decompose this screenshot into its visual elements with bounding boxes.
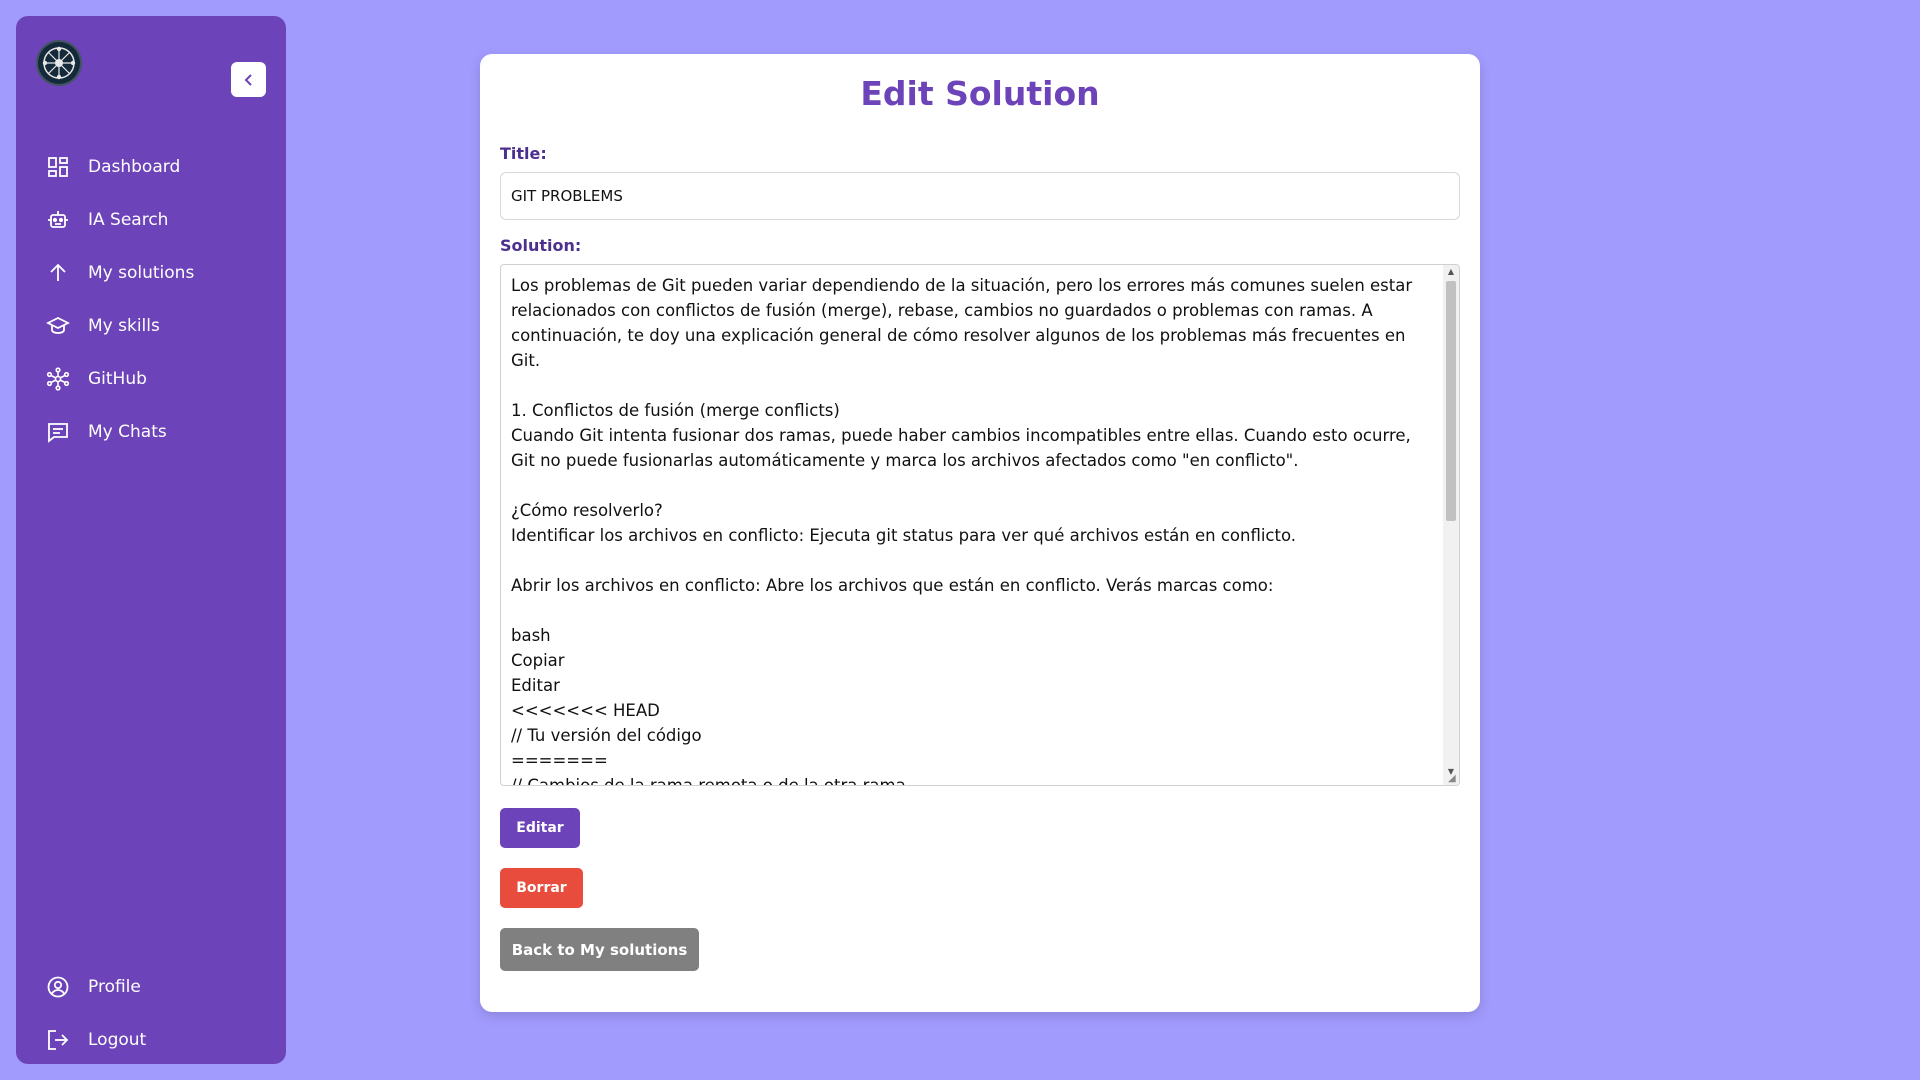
sidebar-item-label: IA Search (88, 209, 169, 230)
solution-text[interactable]: Los problemas de Git pueden variar depen… (501, 265, 1441, 785)
sidebar-item-ia-search[interactable]: IA Search (16, 193, 286, 246)
sidebar-bottom-nav: Profile Logout (16, 960, 286, 1066)
sidebar-item-github[interactable]: GitHub (16, 352, 286, 405)
sidebar-item-profile[interactable]: Profile (16, 960, 286, 1013)
scroll-thumb[interactable] (1446, 281, 1456, 521)
scroll-up-arrow-icon[interactable]: ▲ (1443, 265, 1459, 279)
logo-icon[interactable] (36, 40, 82, 86)
collapse-sidebar-button[interactable] (231, 62, 266, 97)
sidebar-item-label: Dashboard (88, 156, 181, 177)
title-label: Title: (500, 144, 547, 163)
sidebar-item-label: Profile (88, 976, 141, 997)
sidebar-item-label: Logout (88, 1029, 147, 1050)
graduation-cap-icon (46, 316, 70, 334)
user-circle-icon (47, 976, 69, 997)
sidebar-nav: Dashboard IA Search My solutions My skil… (16, 140, 286, 458)
logout-icon (48, 1029, 69, 1050)
page-title: Edit Solution (860, 74, 1100, 113)
sidebar-item-label: My skills (88, 315, 160, 336)
back-to-solutions-button[interactable]: Back to My solutions (500, 928, 699, 971)
dashboard-icon (48, 156, 68, 177)
sidebar-item-label: GitHub (88, 368, 147, 389)
solution-scrollbar[interactable]: ▲ ▼ (1443, 265, 1459, 785)
sidebar-item-dashboard[interactable]: Dashboard (16, 140, 286, 193)
solution-label: Solution: (500, 236, 582, 255)
solution-textarea[interactable]: Los problemas de Git pueden variar depen… (500, 264, 1460, 786)
sidebar-item-my-skills[interactable]: My skills (16, 299, 286, 352)
chat-icon (48, 422, 68, 443)
chevron-left-icon (244, 73, 252, 86)
resize-grip-icon[interactable]: ◢ (1448, 774, 1458, 784)
sidebar-item-my-chats[interactable]: My Chats (16, 405, 286, 458)
sidebar: Dashboard IA Search My solutions My skil… (16, 16, 286, 1064)
edit-solution-card: Edit Solution Title: Solution: Los probl… (480, 54, 1480, 1012)
delete-button[interactable]: Borrar (500, 868, 583, 908)
robot-icon (48, 210, 68, 228)
sidebar-item-label: My Chats (88, 421, 167, 442)
edit-button[interactable]: Editar (500, 808, 580, 848)
sidebar-item-label: My solutions (88, 262, 195, 283)
title-input[interactable] (500, 172, 1460, 220)
network-icon (46, 366, 70, 391)
sidebar-item-logout[interactable]: Logout (16, 1013, 286, 1066)
arrow-up-icon (50, 263, 66, 281)
sidebar-item-my-solutions[interactable]: My solutions (16, 246, 286, 299)
